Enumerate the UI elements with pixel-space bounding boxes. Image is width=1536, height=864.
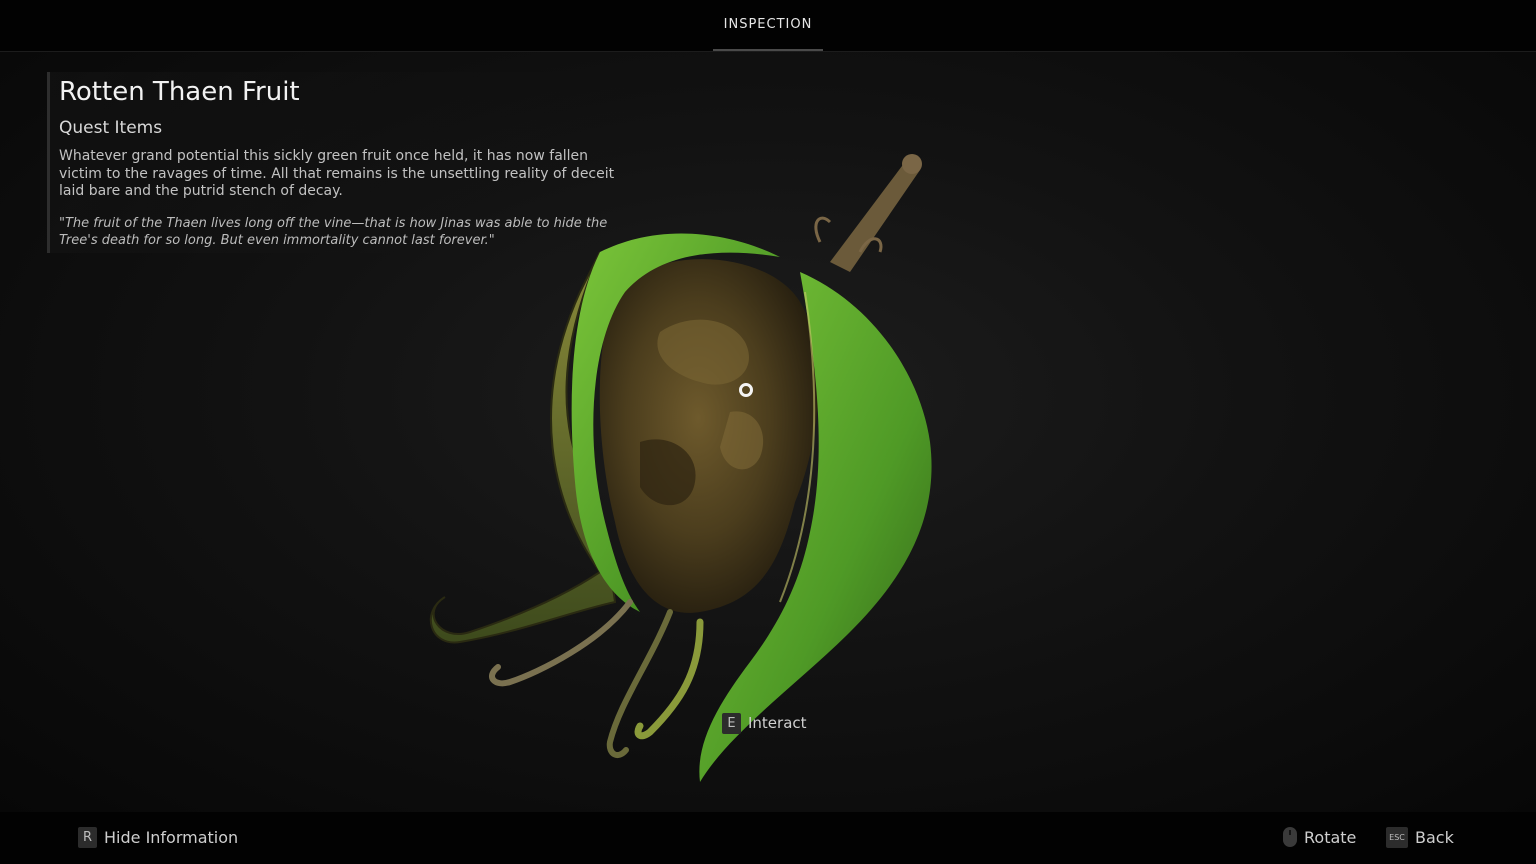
r-key-icon: R (78, 827, 97, 848)
interact-prompt[interactable]: E Interact (722, 712, 807, 734)
e-key-icon: E (722, 712, 741, 734)
hide-information-button[interactable]: R Hide Information (78, 827, 238, 848)
top-bar: INSPECTION (0, 0, 1536, 52)
interact-label: Interact (748, 714, 807, 732)
back-label: Back (1415, 828, 1454, 847)
back-button[interactable]: ESC Back (1386, 827, 1454, 848)
rotate-hint[interactable]: Rotate (1283, 827, 1356, 847)
mouse-icon (1283, 827, 1297, 847)
bottom-bar: R Hide Information Rotate ESC Back (0, 812, 1536, 864)
hide-information-label: Hide Information (104, 828, 239, 847)
inspection-viewport[interactable]: Rotten Thaen Fruit Quest Items Whatever … (0, 52, 1536, 812)
esc-key-icon: ESC (1386, 827, 1408, 848)
item-title: Rotten Thaen Fruit (59, 77, 300, 107)
cursor-reticle-icon (739, 383, 753, 397)
rotate-label: Rotate (1304, 827, 1357, 847)
tab-inspection[interactable]: INSPECTION (713, 0, 823, 51)
rotten-fruit-model[interactable] (400, 142, 960, 782)
item-category: Quest Items (59, 118, 163, 138)
